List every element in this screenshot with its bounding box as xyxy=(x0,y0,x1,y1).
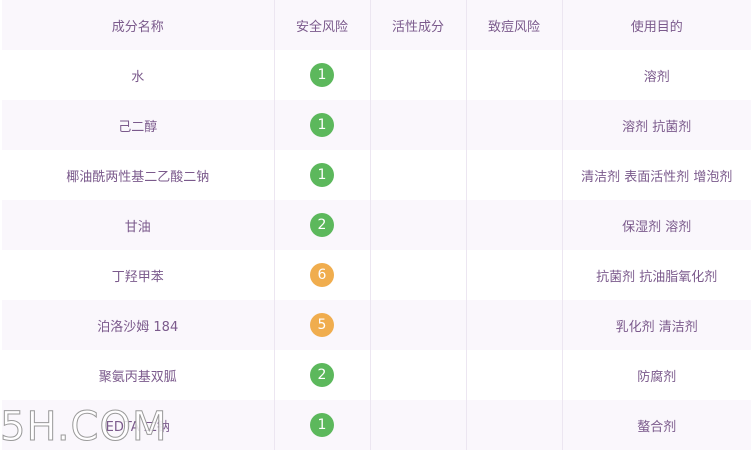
table-row: 聚氨丙基双胍 2 防腐剂 xyxy=(2,350,751,400)
risk-badge: 6 xyxy=(310,263,334,287)
ingredient-name: 泊洛沙姆 184 xyxy=(2,300,275,350)
acne-risk-cell xyxy=(466,400,563,450)
safety-risk-cell: 6 xyxy=(274,250,371,300)
ingredient-name: 甘油 xyxy=(2,200,275,250)
risk-badge: 2 xyxy=(310,213,334,237)
safety-risk-cell: 1 xyxy=(274,400,371,450)
active-ingredient-cell xyxy=(370,200,467,250)
purpose-cell: 保湿剂 溶剂 xyxy=(622,219,692,235)
header-safety-risk: 安全风险 xyxy=(274,0,371,50)
active-ingredient-cell xyxy=(370,50,467,100)
acne-risk-cell xyxy=(466,300,563,350)
table-row: 己二醇 1 溶剂 抗菌剂 xyxy=(2,100,751,150)
table-row: 丁羟甲苯 6 抗菌剂 抗油脂氧化剂 xyxy=(2,250,751,300)
safety-risk-cell: 2 xyxy=(274,200,371,250)
purpose-cell: 清洁剂 表面活性剂 增泡剂 xyxy=(581,169,733,185)
ingredient-name: 丁羟甲苯 xyxy=(2,250,275,300)
safety-risk-cell: 5 xyxy=(274,300,371,350)
active-ingredient-cell xyxy=(370,100,467,150)
purpose-cell: 防腐剂 xyxy=(637,369,677,385)
active-ingredient-cell xyxy=(370,350,467,400)
safety-risk-cell: 1 xyxy=(274,100,371,150)
risk-badge: 1 xyxy=(310,163,334,187)
ingredient-name: 椰油酰两性基二乙酸二钠 xyxy=(2,150,275,200)
purpose-cell: 抗菌剂 抗油脂氧化剂 xyxy=(596,269,718,285)
table-row: 泊洛沙姆 184 5 乳化剂 清洁剂 xyxy=(2,300,751,350)
risk-badge: 2 xyxy=(310,363,334,387)
ingredient-name: 己二醇 xyxy=(2,100,275,150)
table-header-row: 成分名称 安全风险 活性成分 致痘风险 使用目的 xyxy=(2,0,751,50)
header-active-ingredient: 活性成分 xyxy=(370,0,467,50)
active-ingredient-cell xyxy=(370,300,467,350)
acne-risk-cell xyxy=(466,150,563,200)
header-purpose: 使用目的 xyxy=(630,19,683,35)
risk-badge: 1 xyxy=(310,113,334,137)
purpose-cell: 溶剂 抗菌剂 xyxy=(622,119,692,135)
purpose-cell: 溶剂 xyxy=(643,69,670,85)
header-acne-risk: 致痘风险 xyxy=(466,0,563,50)
ingredient-name: EDTA 二钠 xyxy=(2,400,275,450)
risk-badge: 1 xyxy=(310,63,334,87)
acne-risk-cell xyxy=(466,200,563,250)
acne-risk-cell xyxy=(466,250,563,300)
safety-risk-cell: 1 xyxy=(274,150,371,200)
ingredient-table: 成分名称 安全风险 活性成分 致痘风险 使用目的 水 1 溶剂 己二醇 1 溶剂… xyxy=(2,0,751,450)
ingredient-name: 水 xyxy=(2,50,275,100)
safety-risk-cell: 2 xyxy=(274,350,371,400)
acne-risk-cell xyxy=(466,100,563,150)
acne-risk-cell xyxy=(466,350,563,400)
active-ingredient-cell xyxy=(370,150,467,200)
purpose-cell: 螯合剂 xyxy=(637,419,677,435)
table-row: 水 1 溶剂 xyxy=(2,50,751,100)
active-ingredient-cell xyxy=(370,250,467,300)
table-row: 椰油酰两性基二乙酸二钠 1 清洁剂 表面活性剂 增泡剂 xyxy=(2,150,751,200)
ingredient-table-container: 成分名称 安全风险 活性成分 致痘风险 使用目的 水 1 溶剂 己二醇 1 溶剂… xyxy=(0,0,753,452)
acne-risk-cell xyxy=(466,50,563,100)
risk-badge: 5 xyxy=(310,313,334,337)
risk-badge: 1 xyxy=(310,413,334,437)
active-ingredient-cell xyxy=(370,400,467,450)
table-row: 甘油 2 保湿剂 溶剂 xyxy=(2,200,751,250)
table-row: EDTA 二钠 1 螯合剂 xyxy=(2,400,751,450)
header-ingredient-name: 成分名称 xyxy=(2,0,275,50)
ingredient-name: 聚氨丙基双胍 xyxy=(2,350,275,400)
purpose-cell: 乳化剂 清洁剂 xyxy=(615,319,698,335)
safety-risk-cell: 1 xyxy=(274,50,371,100)
